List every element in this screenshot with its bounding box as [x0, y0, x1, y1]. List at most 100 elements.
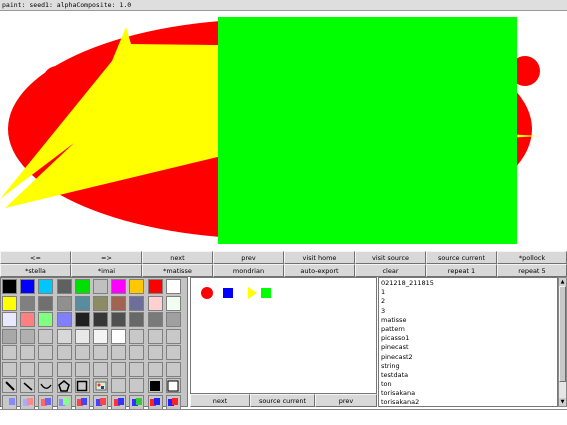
- file-list[interactable]: 021218_211815 1 2 3 matisse pattern picasso1 pi…: [378, 277, 558, 407]
- palette-empty-slot[interactable]: [38, 361, 54, 377]
- palette-swatch[interactable]: [74, 312, 90, 327]
- toolbar-row1-button-1[interactable]: <=: [0, 251, 71, 264]
- palette-swatch[interactable]: [38, 312, 54, 327]
- palette-swatch[interactable]: [20, 295, 36, 311]
- palette-swatch[interactable]: [165, 312, 181, 327]
- toolbar-row2-button-8[interactable]: repeat 5: [497, 264, 567, 277]
- palette-swatch[interactable]: [165, 279, 181, 294]
- palette-empty-slot[interactable]: [129, 361, 145, 377]
- image-icon[interactable]: [93, 378, 108, 393]
- palette-swatch[interactable]: [38, 328, 54, 344]
- tool-empty-slot[interactable]: [129, 378, 145, 393]
- palette-swatch[interactable]: [147, 279, 163, 294]
- palette-swatch[interactable]: [111, 295, 127, 311]
- pentagon-icon[interactable]: [56, 378, 72, 393]
- file-list-item[interactable]: string: [381, 362, 557, 371]
- file-list-item[interactable]: pattern: [381, 325, 557, 334]
- palette-empty-slot[interactable]: [74, 345, 90, 360]
- file-list-item[interactable]: testdata: [381, 371, 557, 380]
- palette-empty-slot[interactable]: [2, 345, 17, 360]
- file-list-item[interactable]: torisakana2: [381, 398, 557, 406]
- file-list-item[interactable]: 2: [381, 297, 557, 306]
- drawing-canvas[interactable]: [0, 11, 567, 251]
- tool-empty-slot[interactable]: [111, 378, 127, 393]
- toolbar-row2-button-1[interactable]: *stella: [0, 264, 71, 277]
- file-list-item[interactable]: matisse: [381, 316, 557, 325]
- palette-swatch[interactable]: [93, 312, 108, 327]
- toolbar-row1-button-7[interactable]: source current: [426, 251, 497, 264]
- palette-empty-slot[interactable]: [93, 361, 108, 377]
- palette-empty-slot[interactable]: [111, 361, 127, 377]
- rect-icon[interactable]: [74, 378, 90, 393]
- palette-empty-slot[interactable]: [165, 361, 181, 377]
- file-list-item[interactable]: picasso1: [381, 334, 557, 343]
- file-list-item[interactable]: ton: [381, 380, 557, 389]
- stack-thumbnail-icon[interactable]: [56, 394, 72, 410]
- palette-swatch[interactable]: [129, 279, 145, 294]
- stack-thumbnail-icon[interactable]: [111, 394, 127, 410]
- palette-swatch[interactable]: [74, 295, 90, 311]
- palette-swatch[interactable]: [147, 328, 163, 344]
- palette-swatch[interactable]: [20, 312, 36, 327]
- preview-button-2[interactable]: source current: [250, 394, 315, 407]
- palette-swatch[interactable]: [111, 312, 127, 327]
- palette-swatch[interactable]: [129, 312, 145, 327]
- palette-swatch[interactable]: [2, 328, 17, 344]
- preview-button-3[interactable]: prev: [315, 394, 377, 407]
- palette-swatch[interactable]: [2, 279, 17, 294]
- toolbar-row2-button-4[interactable]: mondrian: [213, 264, 284, 277]
- palette-swatch[interactable]: [165, 328, 181, 344]
- toolbar-row2-button-5[interactable]: auto-export: [284, 264, 355, 277]
- palette-empty-slot[interactable]: [2, 361, 17, 377]
- palette-empty-slot[interactable]: [56, 361, 72, 377]
- white-swatch-icon[interactable]: [165, 378, 181, 393]
- palette-swatch[interactable]: [111, 328, 127, 344]
- palette-swatch[interactable]: [93, 279, 108, 294]
- toolbar-row1-button-5[interactable]: visit home: [284, 251, 355, 264]
- palette-empty-slot[interactable]: [111, 345, 127, 360]
- scroll-up-icon[interactable]: ▲: [559, 278, 566, 286]
- toolbar-row1-button-4[interactable]: prev: [213, 251, 284, 264]
- palette-swatch[interactable]: [147, 312, 163, 327]
- toolbar-row2-button-2[interactable]: *imai: [71, 264, 142, 277]
- stack-thumbnail-icon[interactable]: [165, 394, 181, 410]
- file-list-item[interactable]: 021218_211815: [381, 279, 557, 288]
- toolbar-row2-button-6[interactable]: clear: [355, 264, 426, 277]
- palette-swatch[interactable]: [93, 295, 108, 311]
- palette-swatch[interactable]: [56, 279, 72, 294]
- palette-swatch[interactable]: [20, 328, 36, 344]
- palette-swatch[interactable]: [74, 279, 90, 294]
- file-list-item[interactable]: pinecast2: [381, 353, 557, 362]
- toolbar-row1-button-3[interactable]: next: [142, 251, 213, 264]
- palette-swatch[interactable]: [147, 295, 163, 311]
- palette-swatch[interactable]: [129, 328, 145, 344]
- black-swatch-icon[interactable]: [147, 378, 163, 393]
- pencil-icon[interactable]: [2, 378, 17, 393]
- file-list-scrollbar[interactable]: ▲ ▼: [558, 277, 567, 407]
- stack-thumbnail-icon[interactable]: [38, 394, 54, 410]
- palette-swatch[interactable]: [129, 295, 145, 311]
- palette-empty-slot[interactable]: [93, 345, 108, 360]
- palette-swatch[interactable]: [2, 312, 17, 327]
- palette-swatch[interactable]: [38, 279, 54, 294]
- line-icon[interactable]: [20, 378, 36, 393]
- palette-swatch[interactable]: [74, 328, 90, 344]
- palette-empty-slot[interactable]: [38, 345, 54, 360]
- stack-thumbnail-icon[interactable]: [93, 394, 108, 410]
- palette-swatch[interactable]: [2, 295, 17, 311]
- stack-thumbnail-icon[interactable]: [2, 394, 17, 410]
- palette-empty-slot[interactable]: [165, 345, 181, 360]
- canvas-svg[interactable]: [0, 11, 567, 251]
- palette-empty-slot[interactable]: [74, 361, 90, 377]
- palette-swatch[interactable]: [56, 295, 72, 311]
- file-list-item[interactable]: torisakana: [381, 389, 557, 398]
- scroll-down-icon[interactable]: ▼: [559, 398, 566, 406]
- file-list-item[interactable]: 1: [381, 288, 557, 297]
- stack-thumbnail-icon[interactable]: [74, 394, 90, 410]
- toolbar-row1-button-6[interactable]: visit source: [355, 251, 426, 264]
- palette-swatch[interactable]: [56, 328, 72, 344]
- palette-empty-slot[interactable]: [147, 361, 163, 377]
- toolbar-row1-button-2[interactable]: =>: [71, 251, 142, 264]
- file-list-item[interactable]: pinecast: [381, 343, 557, 352]
- stack-thumbnail-icon[interactable]: [129, 394, 145, 410]
